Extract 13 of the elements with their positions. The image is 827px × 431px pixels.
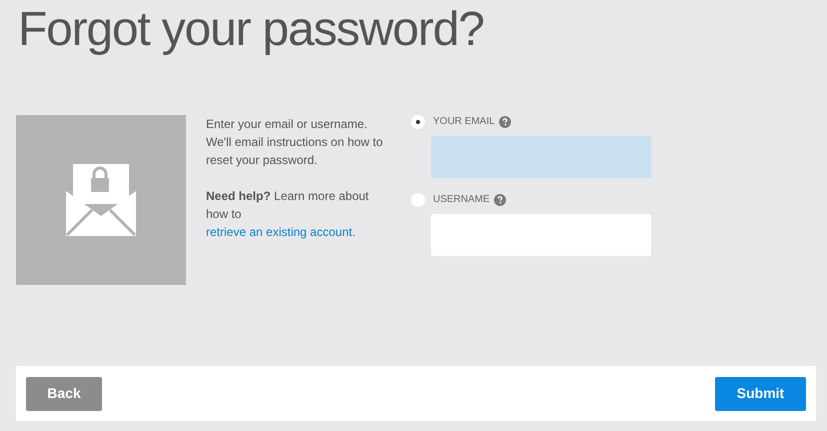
radio-button[interactable]	[411, 114, 425, 128]
envelope-lock-icon	[66, 164, 136, 236]
retrieve-account-link[interactable]: retrieve an existing account.	[206, 225, 356, 239]
back-button[interactable]: Back	[26, 376, 102, 410]
option-label: YOUR EMAIL	[433, 115, 495, 129]
page-title: Forgot your password?	[18, 6, 484, 54]
option-label: USERNAME	[433, 193, 490, 207]
help-icon[interactable]	[494, 194, 506, 206]
help-text: Need help? Learn more about how to retrieve an existing account.	[206, 188, 370, 241]
intro-text: Enter your email or username. We'll email instructions on how to reset your password.	[206, 116, 384, 169]
help-icon[interactable]	[498, 116, 511, 128]
input-field[interactable]	[431, 136, 651, 178]
submit-button[interactable]: Submit	[715, 376, 806, 410]
